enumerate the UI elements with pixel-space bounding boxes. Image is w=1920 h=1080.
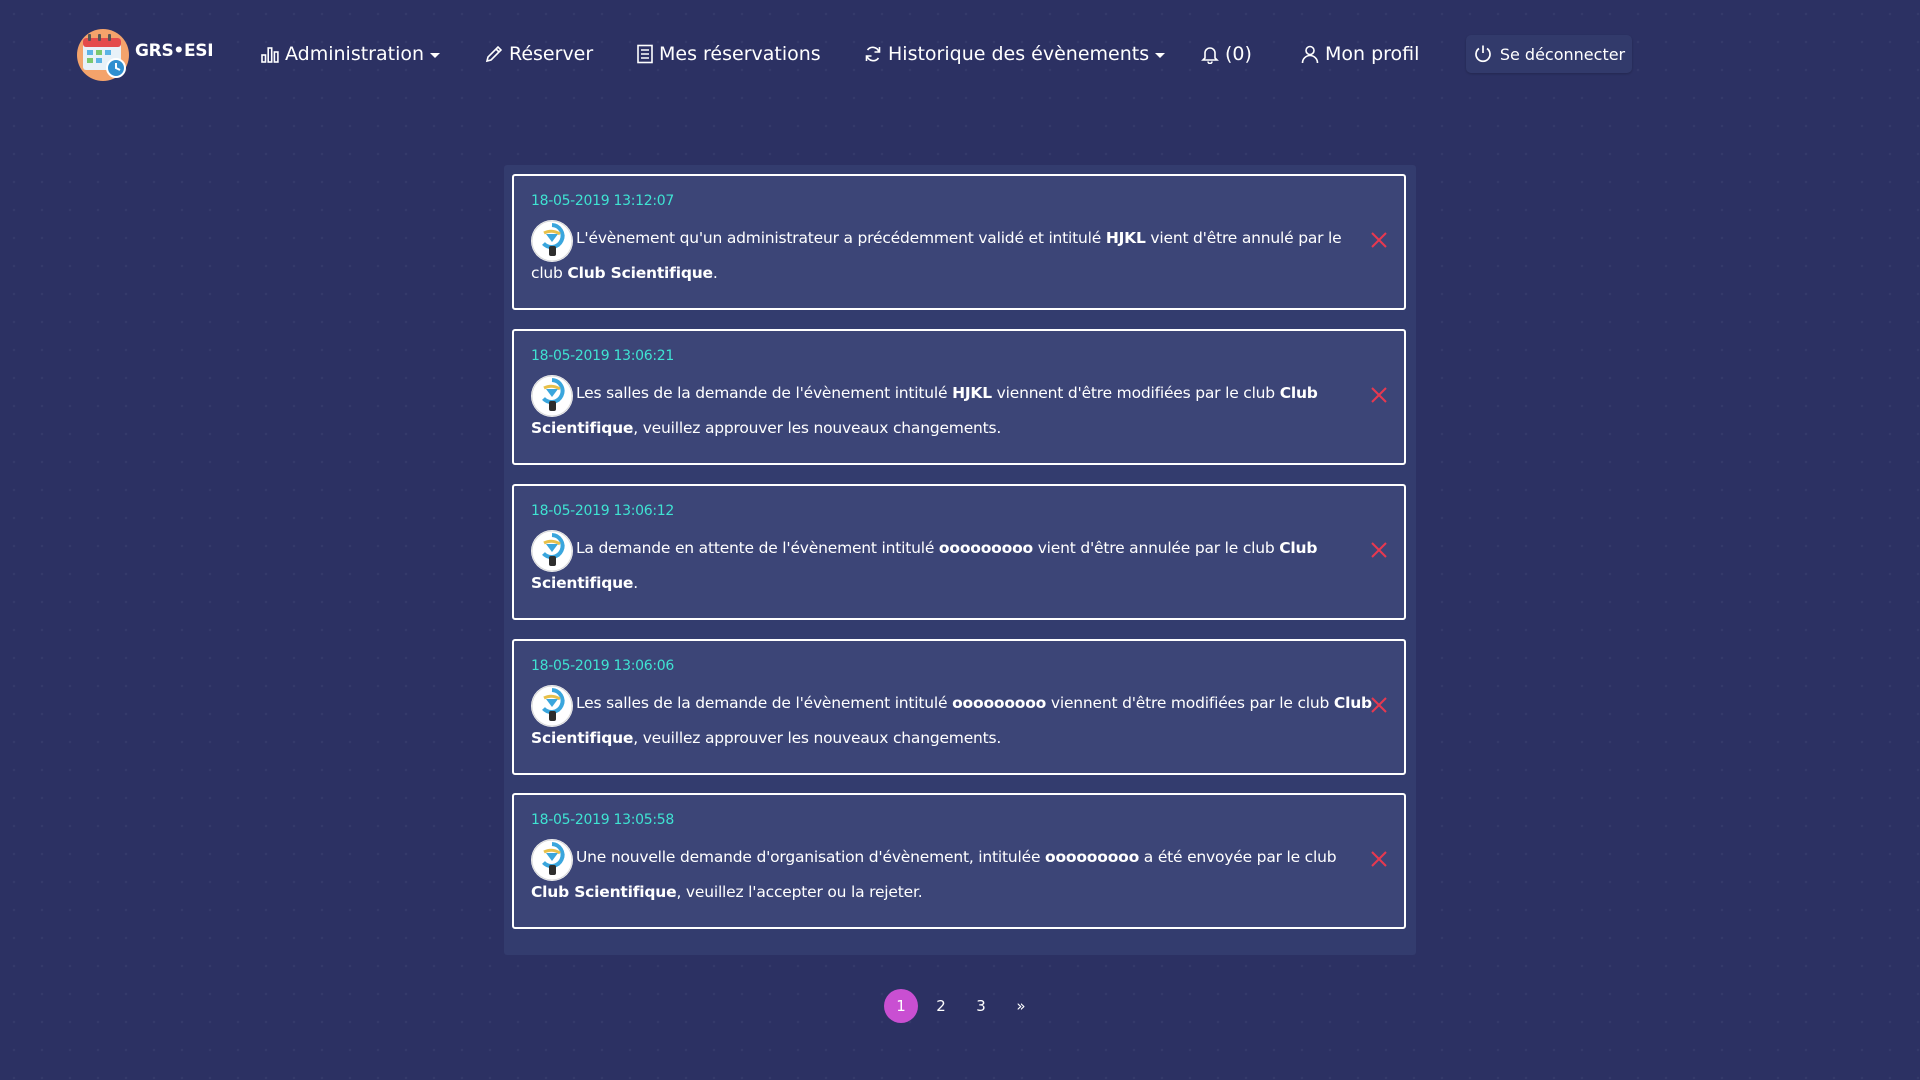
club-name: Club Scientifique [567,264,713,282]
caret-down-icon [1155,52,1166,58]
event-title: HJKL [952,384,992,402]
notification-message: Les salles de la demande de l'évènement … [531,384,1318,437]
brand-name: GRS•ESI [135,41,214,61]
logout-button[interactable]: Se déconnecter [1466,35,1632,73]
power-icon [1475,45,1491,63]
notifications-count: (0) [1225,43,1252,65]
close-notification-button[interactable] [1370,386,1388,404]
page-1-button[interactable]: 1 [884,989,918,1023]
navbar: GRS•ESI Administration Réserver Mes rése… [0,0,1920,108]
pagination: 1 2 3 » [884,989,1044,1023]
close-notification-button[interactable] [1370,696,1388,714]
caret-down-icon [430,52,441,58]
close-icon [1371,387,1387,403]
notification-date: 18-05-2019 13:06:06 [531,658,674,674]
nav-reserver-label: Réserver [509,43,594,65]
notification-date: 18-05-2019 13:06:21 [531,348,674,364]
user-icon [1301,45,1319,64]
notification-date: 18-05-2019 13:12:07 [531,193,674,209]
notification-message: L'évènement qu'un administrateur a précé… [531,229,1342,282]
close-notification-button[interactable] [1370,850,1388,868]
notification-card: 18-05-2019 13:06:21 Les salles de la dem… [512,329,1406,465]
notification-message: La demande en attente de l'évènement int… [531,539,1318,592]
refresh-icon [865,46,881,62]
nav-historique-label: Historique des évènements [888,43,1150,65]
logout-label: Se déconnecter [1499,44,1626,64]
close-notification-button[interactable] [1370,541,1388,559]
nav-administration-label: Administration [285,43,425,65]
calendar-logo-icon [77,29,129,81]
nav-profil[interactable]: Mon profil [1300,40,1419,68]
brand[interactable]: GRS•ESI [76,28,214,82]
notifications-panel: 18-05-2019 13:12:07 L'évènement qu'un ad… [504,165,1416,955]
page-3-button[interactable]: 3 [964,989,998,1023]
nav-administration[interactable]: Administration [260,40,441,68]
close-icon [1371,697,1387,713]
event-title: HJKL [1105,229,1146,247]
bell-icon [1201,47,1219,64]
bar-chart-icon [261,47,279,63]
notification-date: 18-05-2019 13:05:58 [531,812,674,828]
nav-mes-reservations[interactable]: Mes réservations [636,40,821,68]
notification-card: 18-05-2019 13:06:06 Les salles de la dem… [512,639,1406,775]
club-name: Club Scientifique [531,883,677,901]
event-title: ooooooooo [938,539,1033,557]
notification-card: 18-05-2019 13:05:58 Une nouvelle demande… [512,793,1406,929]
notification-message: Les salles de la demande de l'évènement … [531,694,1372,747]
close-icon [1371,232,1387,248]
nav-profil-label: Mon profil [1325,43,1420,65]
page-2-button[interactable]: 2 [924,989,958,1023]
next-page-button[interactable]: » [1004,989,1038,1023]
pencil-icon [485,45,503,63]
notification-message: Une nouvelle demande d'organisation d'év… [531,848,1337,901]
notification-card: 18-05-2019 13:06:12 La demande en attent… [512,484,1406,620]
event-title: ooooooooo [952,694,1047,712]
nav-notifications[interactable]: (0) [1200,40,1252,68]
notification-date: 18-05-2019 13:06:12 [531,503,674,519]
close-notification-button[interactable] [1370,231,1388,249]
close-icon [1371,542,1387,558]
notification-card: 18-05-2019 13:12:07 L'évènement qu'un ad… [512,174,1406,310]
event-title: ooooooooo [1045,848,1140,866]
nav-historique[interactable]: Historique des évènements [863,40,1166,68]
nav-mes-reservations-label: Mes réservations [659,43,821,65]
nav-reserver[interactable]: Réserver [484,40,593,68]
close-icon [1371,851,1387,867]
document-icon [637,44,653,64]
